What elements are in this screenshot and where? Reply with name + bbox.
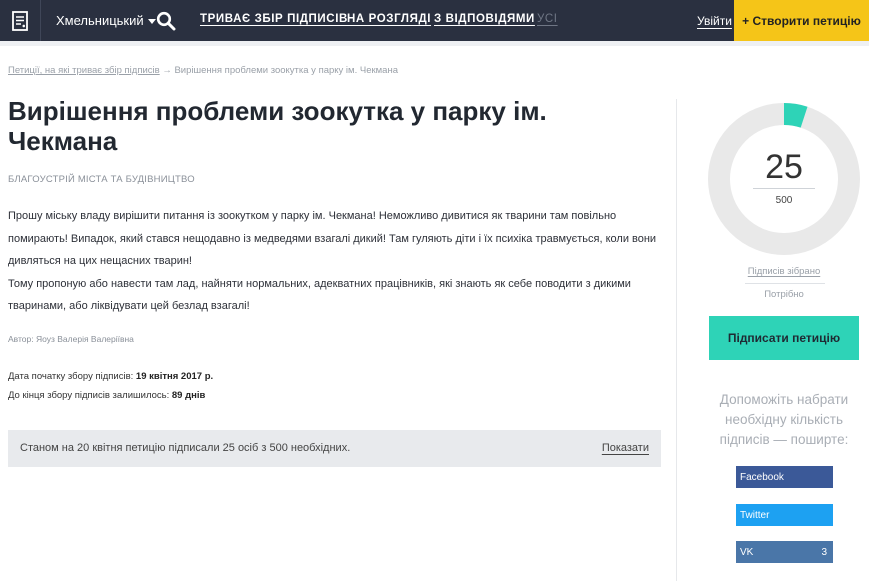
- petition-title: Вирішення проблеми зоокутка у парку ім. …: [8, 96, 547, 156]
- breadcrumb-current: Вирішення проблеми зоокутка у парку ім. …: [174, 65, 398, 76]
- create-petition-button[interactable]: + Створити петицію: [734, 0, 869, 41]
- search-icon[interactable]: [156, 11, 176, 31]
- city-selector-label: Хмельницький: [56, 13, 144, 28]
- progress-ring-fill: [783, 103, 808, 128]
- nav-link-answered[interactable]: З ВІДПОВІДЯМИ: [434, 13, 535, 25]
- start-date-row: Дата початку збору підписів: 19 квітня 2…: [8, 367, 213, 386]
- start-date-label: Дата початку збору підписів:: [8, 371, 136, 382]
- signature-count: 25: [765, 148, 803, 186]
- nav-link-collecting[interactable]: ТРИВАЄ ЗБІР ПІДПИСІВ: [200, 13, 348, 25]
- sign-petition-button[interactable]: Підписати петицію: [709, 316, 859, 360]
- petition-paragraph: Прошу міську владу вирішити питання із з…: [8, 210, 657, 267]
- signature-target: 500: [775, 195, 793, 206]
- signatures-needed-label: Потрібно: [764, 289, 804, 300]
- share-vk-count: 3: [821, 546, 827, 558]
- start-date-value: 19 квітня 2017 р.: [135, 371, 214, 382]
- petition-author: Автор: Яоуз Валерія Валеріївна: [8, 334, 134, 344]
- sidebar-divider: [745, 283, 825, 284]
- share-vk-label: VK: [740, 546, 754, 558]
- top-navigation-bar: Хмельницький ТРИВАЄ ЗБІР ПІДПИСІВ НА РОЗ…: [0, 0, 869, 41]
- status-text: Станом на 20 квітня петицію підписали 25…: [20, 442, 351, 454]
- breadcrumb-link-collecting[interactable]: Петиції, на які триває збір підписів: [8, 65, 160, 76]
- share-twitter-label: Twitter: [740, 509, 770, 521]
- signature-status-banner: Станом на 20 квітня петицію підписали 25…: [8, 430, 661, 467]
- breadcrumb-arrow: →: [162, 65, 172, 76]
- share-facebook-label: Facebook: [740, 471, 784, 483]
- column-divider: [676, 99, 677, 581]
- show-signatures-link[interactable]: Показати: [602, 442, 649, 454]
- remaining-label: До кінця збору підписів залишилось:: [8, 390, 172, 401]
- nav-link-all[interactable]: УСІ: [537, 13, 558, 25]
- signatures-collected-link[interactable]: Підписів зібрано: [708, 266, 860, 277]
- petition-paragraph: Тому пропоную або навести там лад, найня…: [8, 277, 631, 313]
- remaining-value: 89 днів: [171, 390, 206, 401]
- nav-link-under-review[interactable]: НА РОЗГЛЯДІ: [347, 13, 431, 25]
- share-vk-button[interactable]: VK 3: [736, 541, 833, 563]
- header-shadow-strip: [0, 41, 869, 46]
- count-divider: [753, 188, 815, 189]
- share-facebook-button[interactable]: Facebook: [736, 466, 833, 488]
- petition-body: Прошу міську владу вирішити питання із з…: [8, 205, 658, 318]
- login-link[interactable]: Увійти: [697, 14, 732, 28]
- petition-category: БЛАГОУСТРІЙ МІСТА ТА БУДІВНИЦТВО: [8, 174, 195, 185]
- chevron-down-icon: [147, 19, 156, 25]
- breadcrumb: Петиції, на які триває збір підписів → В…: [8, 65, 398, 76]
- city-selector[interactable]: Хмельницький: [56, 13, 156, 28]
- remaining-row: До кінця збору підписів залишилось: 89 д…: [8, 386, 213, 405]
- share-twitter-button[interactable]: Twitter: [736, 504, 833, 526]
- logo-document-icon[interactable]: [0, 0, 41, 41]
- petition-dates: Дата початку збору підписів: 19 квітня 2…: [8, 367, 213, 405]
- share-help-text: Допоможіть набрати необхідну кількість п…: [719, 392, 849, 447]
